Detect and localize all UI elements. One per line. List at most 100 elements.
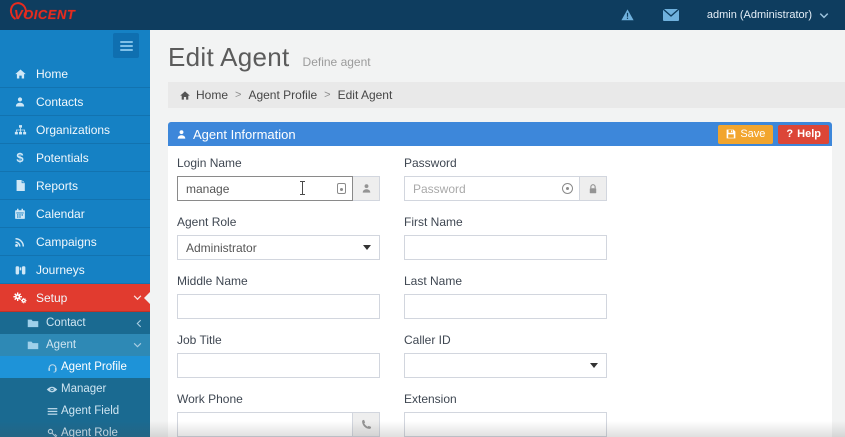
panel-header: Agent Information Save ? Help bbox=[168, 122, 832, 146]
alert-icon[interactable] bbox=[620, 8, 635, 22]
sitemap-icon bbox=[12, 124, 28, 136]
sidebar-item-organizations[interactable]: Organizations bbox=[0, 116, 150, 144]
extension-group: Extension bbox=[404, 388, 607, 437]
sidebar-item-label: Setup bbox=[36, 290, 68, 305]
password-control bbox=[404, 176, 607, 201]
select-caret-icon bbox=[590, 363, 598, 368]
first-name-label: First Name bbox=[404, 215, 463, 229]
agent-role-value: Administrator bbox=[186, 240, 257, 255]
agent-role-control: Administrator bbox=[177, 235, 380, 260]
help-button[interactable]: ? Help bbox=[778, 124, 829, 144]
sidebar-toggle-row bbox=[0, 30, 150, 60]
job-title-control bbox=[177, 353, 380, 378]
password-addon bbox=[580, 176, 607, 201]
autofill-icon[interactable] bbox=[337, 183, 346, 194]
sidebar-item-setup[interactable]: Setup bbox=[0, 284, 150, 312]
sidebar-item-label: Calendar bbox=[36, 206, 85, 221]
submenu-item-label: Agent Role bbox=[61, 427, 118, 437]
extension-input[interactable] bbox=[404, 412, 607, 437]
caller-id-control bbox=[404, 353, 607, 378]
submenu-item-agent-role[interactable]: Agent Role bbox=[0, 422, 150, 437]
job-title-label: Job Title bbox=[177, 333, 222, 347]
hamburger-menu-icon[interactable] bbox=[113, 33, 139, 58]
sidebar-item-label: Campaigns bbox=[36, 234, 97, 249]
sidebar-item-calendar[interactable]: Calendar bbox=[0, 200, 150, 228]
panel-title: Agent Information bbox=[193, 126, 296, 142]
sidebar-item-contacts[interactable]: Contacts bbox=[0, 88, 150, 116]
submenu-item-label: Agent Profile bbox=[61, 361, 127, 373]
chevron-down-icon bbox=[819, 12, 829, 19]
top-navbar: VOICENT admin (Administrator) bbox=[0, 0, 845, 30]
sidebar-item-journeys[interactable]: Journeys bbox=[0, 256, 150, 284]
first-name-input[interactable] bbox=[404, 235, 607, 260]
sidebar-item-label: Home bbox=[36, 66, 69, 81]
content-header: Edit Agent Define agent bbox=[150, 30, 845, 82]
submenu-item-agent-field[interactable]: Agent Field bbox=[0, 400, 150, 422]
key-icon bbox=[46, 428, 58, 437]
middle-name-input[interactable] bbox=[177, 294, 380, 319]
submenu-item-label: Manager bbox=[61, 383, 107, 395]
sidebar-item-campaigns[interactable]: Campaigns bbox=[0, 228, 150, 256]
first-name-control bbox=[404, 235, 607, 260]
work-phone-addon bbox=[353, 412, 380, 437]
user-icon bbox=[362, 184, 370, 193]
middle-name-label: Middle Name bbox=[177, 274, 248, 288]
voicent-logo[interactable]: VOICENT bbox=[0, 0, 150, 24]
binoculars-icon bbox=[12, 264, 28, 276]
save-button[interactable]: Save bbox=[718, 124, 774, 144]
job-title-input[interactable] bbox=[177, 353, 380, 378]
user-icon bbox=[177, 129, 186, 139]
question-icon: ? bbox=[786, 128, 794, 140]
caller-id-select[interactable] bbox=[404, 353, 607, 378]
lock-icon bbox=[589, 183, 597, 193]
last-name-input[interactable] bbox=[404, 294, 607, 319]
breadcrumb-agent-profile[interactable]: Agent Profile bbox=[248, 88, 317, 102]
last-name-control bbox=[404, 294, 607, 319]
submenu-item-agent-profile[interactable]: Agent Profile bbox=[0, 356, 150, 378]
panel-title-wrap: Agent Information bbox=[176, 127, 296, 142]
sidebar-item-label: Potentials bbox=[36, 150, 89, 165]
user-menu[interactable]: admin (Administrator) bbox=[707, 9, 829, 21]
breadcrumb: Home > Agent Profile > Edit Agent bbox=[168, 82, 845, 108]
submenu-item-agent[interactable]: Agent bbox=[0, 334, 150, 356]
middle-name-group: Middle Name bbox=[177, 270, 380, 319]
caller-id-label: Caller ID bbox=[404, 333, 451, 347]
work-phone-control bbox=[177, 412, 380, 437]
breadcrumb-separator: > bbox=[324, 89, 331, 101]
sidebar-item-home[interactable]: Home bbox=[0, 60, 150, 88]
submenu-item-manager[interactable]: Manager bbox=[0, 378, 150, 400]
password-group: Password bbox=[404, 152, 607, 201]
login-name-input[interactable] bbox=[177, 176, 353, 201]
save-button-label: Save bbox=[740, 128, 766, 140]
phone-icon bbox=[361, 419, 371, 429]
last-name-group: Last Name bbox=[404, 270, 607, 319]
breadcrumb-edit-agent: Edit Agent bbox=[337, 88, 393, 102]
submenu-item-label: Agent bbox=[46, 339, 77, 351]
sidebar-item-potentials[interactable]: $ Potentials bbox=[0, 144, 150, 172]
home-icon bbox=[179, 90, 191, 101]
breadcrumb-separator: > bbox=[235, 89, 242, 101]
folder-icon bbox=[26, 318, 40, 328]
work-phone-input[interactable] bbox=[177, 412, 353, 437]
password-input[interactable] bbox=[404, 176, 580, 201]
extension-label: Extension bbox=[404, 392, 457, 406]
setup-submenu: Contact Agent Agent Profile Manager Agen… bbox=[0, 312, 150, 437]
agent-information-panel: Agent Information Save ? Help Login Name… bbox=[168, 122, 832, 437]
submenu-item-label: Agent Field bbox=[61, 405, 120, 417]
password-reveal-icon[interactable] bbox=[562, 183, 573, 194]
agent-form: Login Name Password bbox=[177, 152, 826, 437]
sidebar-nav: Home Contacts Organizations $ Potentials… bbox=[0, 30, 150, 437]
breadcrumb-home[interactable]: Home bbox=[196, 88, 228, 102]
home-icon bbox=[12, 68, 28, 80]
dollar-icon: $ bbox=[16, 150, 24, 165]
mail-icon[interactable] bbox=[662, 9, 679, 21]
chevron-left-icon bbox=[136, 319, 142, 328]
gears-icon bbox=[12, 291, 28, 304]
last-name-label: Last Name bbox=[404, 274, 463, 288]
sidebar-item-reports[interactable]: Reports bbox=[0, 172, 150, 200]
agent-role-select[interactable]: Administrator bbox=[177, 235, 380, 260]
middle-name-control bbox=[177, 294, 380, 319]
submenu-item-label: Contact bbox=[46, 317, 86, 329]
submenu-item-contact[interactable]: Contact bbox=[0, 312, 150, 334]
user-menu-label: admin (Administrator) bbox=[706, 9, 812, 21]
